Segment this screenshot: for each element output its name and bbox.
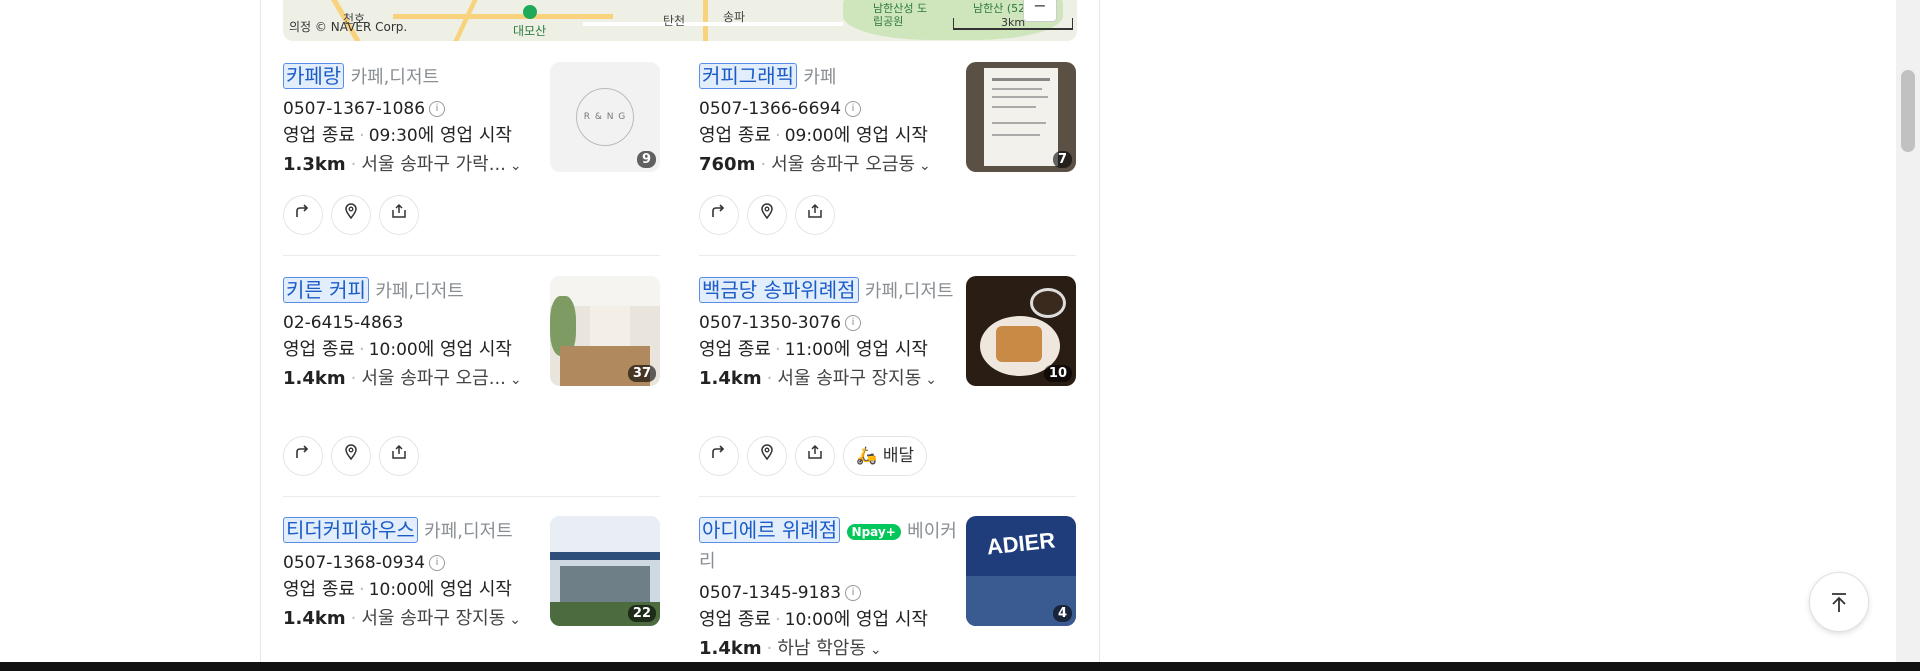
map-label: 송파 [723,10,746,24]
divider [283,255,660,256]
share-button[interactable] [795,195,836,235]
place-photo[interactable]: 7 [966,62,1076,172]
place-name-link[interactable]: 카페랑 [283,63,345,89]
place-name-link[interactable]: 백금당 송파위례점 [699,277,859,303]
photo-count-badge: 9 [636,151,656,168]
bottom-edge-bar [0,662,1920,671]
place-photo[interactable]: 22 [550,516,660,626]
place-name-link[interactable]: 아디에르 위례점 [699,517,841,543]
chevron-down-icon: ⌄ [509,158,522,174]
info-icon[interactable]: i [845,315,862,331]
left-blank-area [0,0,260,662]
cafe-logo: R & N G [576,88,634,146]
info-icon[interactable]: i [429,101,446,117]
place-card[interactable]: 키른 커피 카페,디저트 02-6415-4863 영업 종료 · 10:00에 영… [283,276,677,476]
photo-count-badge: 10 [1043,365,1072,382]
place-card[interactable]: 카페랑 카페,디저트 0507-1367-1086 i 영업 종료 · 09:30에 … [283,62,677,235]
chevron-down-icon: ⌄ [919,158,931,174]
share-button[interactable] [379,195,420,235]
search-results-panel: 의정 © NAVER Corp. 천호 대모산 탄천 송파 남한산성 도립공원 … [260,0,1100,662]
zoom-out-button[interactable]: − [1023,0,1057,22]
place-category: 카페,디저트 [864,281,954,302]
place-name-link[interactable]: 티더커피하우스 [283,517,418,543]
directions-button[interactable] [283,195,323,235]
place-category: 카페,디저트 [350,67,440,88]
place-card[interactable]: 아디에르 위례점 Npay+ 베이커리 0507-1345-9183 i 영업 종… [699,516,1093,665]
store-sign: ADIER [985,527,1057,560]
info-icon[interactable]: i [845,101,862,117]
place-card[interactable]: 티더커피하우스 카페,디저트 0507-1368-0934 i 영업 종료 · 10:… [283,516,677,635]
scrollbar-thumb[interactable] [1901,70,1915,152]
chevron-down-icon: ⌄ [869,642,882,658]
chevron-down-icon: ⌄ [925,372,938,388]
delivery-icon: 🛵 [856,446,878,466]
directions-button[interactable] [699,436,739,476]
divider [283,496,660,497]
scroll-to-top-button[interactable] [1809,572,1869,632]
place-photo[interactable]: R & N G 9 [550,62,660,172]
map-preview[interactable]: 의정 © NAVER Corp. 천호 대모산 탄천 송파 남한산성 도립공원 … [283,0,1077,41]
directions-button[interactable] [699,195,739,235]
location-pin-button[interactable] [747,195,788,235]
photo-count-badge: 22 [627,605,656,622]
place-category: 카페,디저트 [375,281,464,302]
place-name-link[interactable]: 커피그래픽 [699,63,797,89]
map-label: 탄천 [663,14,686,28]
place-category: 카페,디저트 [424,521,513,542]
npay-badge: Npay+ [846,523,901,540]
info-icon[interactable]: i [845,585,862,601]
location-pin-button[interactable] [747,436,788,476]
place-photo[interactable]: 10 [966,276,1076,386]
directions-button[interactable] [283,436,323,476]
place-photo[interactable]: 37 [550,276,660,386]
photo-count-badge: 7 [1052,151,1072,168]
share-button[interactable] [795,436,836,476]
place-address-toggle[interactable]: 1.4km · 하남 학암동 ⌄ [699,634,1093,665]
arrow-up-icon [1832,592,1846,612]
chevron-down-icon: ⌄ [509,612,522,628]
photo-count-badge: 37 [627,365,656,382]
photo-count-badge: 4 [1052,605,1072,622]
map-label: 천호 [343,12,366,26]
place-photo[interactable]: ADIER 4 [966,516,1076,626]
place-card[interactable]: 백금당 송파위례점 카페,디저트 0507-1350-3076 i 영업 종료 · 1… [699,276,1093,476]
map-label: 남한산성 도립공원 [873,2,928,28]
share-button[interactable] [379,436,420,476]
info-icon[interactable]: i [429,555,446,571]
delivery-button[interactable]: 🛵 배달 [843,436,928,476]
place-name-link[interactable]: 키른 커피 [283,277,369,303]
divider [699,255,1076,256]
divider [699,496,1076,497]
place-card[interactable]: 커피그래픽 카페 0507-1366-6694 i 영업 종료 · 09:00에 영업… [699,62,1093,235]
location-pin-button[interactable] [331,436,372,476]
map-label: 대모산 [513,24,547,38]
location-pin-button[interactable] [331,195,372,235]
place-category: 카페 [803,67,837,88]
chevron-down-icon: ⌄ [509,372,522,388]
